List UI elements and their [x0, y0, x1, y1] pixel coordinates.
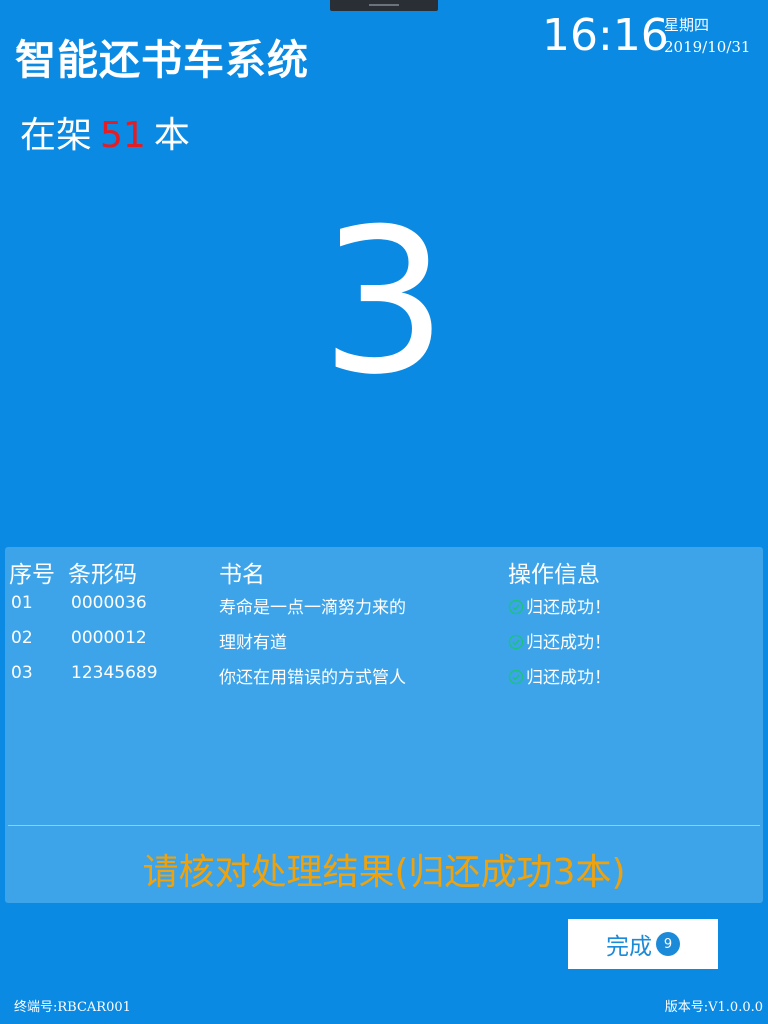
countdown-number: 3 [320, 186, 448, 419]
done-button[interactable]: 完成 9 [568, 919, 718, 969]
row-status-text: 归还成功！ [526, 668, 611, 688]
row-index: 02 [11, 628, 33, 648]
table-row: 02 0000012 理财有道 归还成功！ [5, 628, 763, 662]
row-barcode: 12345689 [71, 663, 158, 683]
row-status: 归还成功！ [508, 663, 611, 690]
shelf-count-value: 51 [100, 115, 146, 156]
panel-divider [8, 825, 760, 826]
row-title: 寿命是一点一滴努力来的 [219, 598, 406, 618]
table-row: 01 0000036 寿命是一点一滴努力来的 归还成功！ [5, 593, 763, 627]
row-barcode: 0000036 [71, 593, 147, 613]
row-barcode: 0000012 [71, 628, 147, 648]
shelf-count-line: 在架 51 本 [20, 106, 190, 158]
clock-time: 16:16 [542, 10, 669, 61]
row-index: 03 [11, 663, 33, 683]
device-camera-notch [330, 0, 438, 11]
header-status: 操作信息 [508, 562, 600, 588]
table-row: 03 12345689 你还在用错误的方式管人 归还成功！ [5, 663, 763, 697]
row-status: 归还成功！ [508, 593, 611, 620]
result-panel: 序号 条形码 书名 操作信息 01 0000036 寿命是一点一滴努力来的 归还… [5, 547, 763, 903]
shelf-count-prefix: 在架 [20, 115, 93, 156]
check-circle-icon [508, 599, 524, 620]
row-title: 你还在用错误的方式管人 [219, 668, 406, 688]
verify-message: 请核对处理结果(归还成功3本) [142, 852, 626, 893]
clock-date: 2019/10/31 [664, 38, 751, 56]
row-title: 理财有道 [219, 633, 287, 653]
check-circle-icon [508, 634, 524, 655]
header-barcode: 条形码 [68, 562, 137, 588]
done-countdown-badge: 9 [656, 932, 680, 956]
row-status-text: 归还成功！ [526, 598, 611, 618]
row-status: 归还成功！ [508, 628, 611, 655]
app-title: 智能还书车系统 [15, 36, 309, 84]
row-index: 01 [11, 593, 33, 613]
shelf-count-suffix: 本 [153, 115, 190, 156]
terminal-id: 终端号:RBCAR001 [14, 1000, 131, 1015]
done-button-label: 完成 [606, 934, 652, 960]
check-circle-icon [508, 669, 524, 690]
header-index: 序号 [9, 562, 55, 588]
version-number: 版本号:V1.0.0.0 [664, 1000, 763, 1015]
clock-weekday: 星期四 [664, 16, 710, 34]
header-title: 书名 [219, 562, 265, 588]
row-status-text: 归还成功！ [526, 633, 611, 653]
